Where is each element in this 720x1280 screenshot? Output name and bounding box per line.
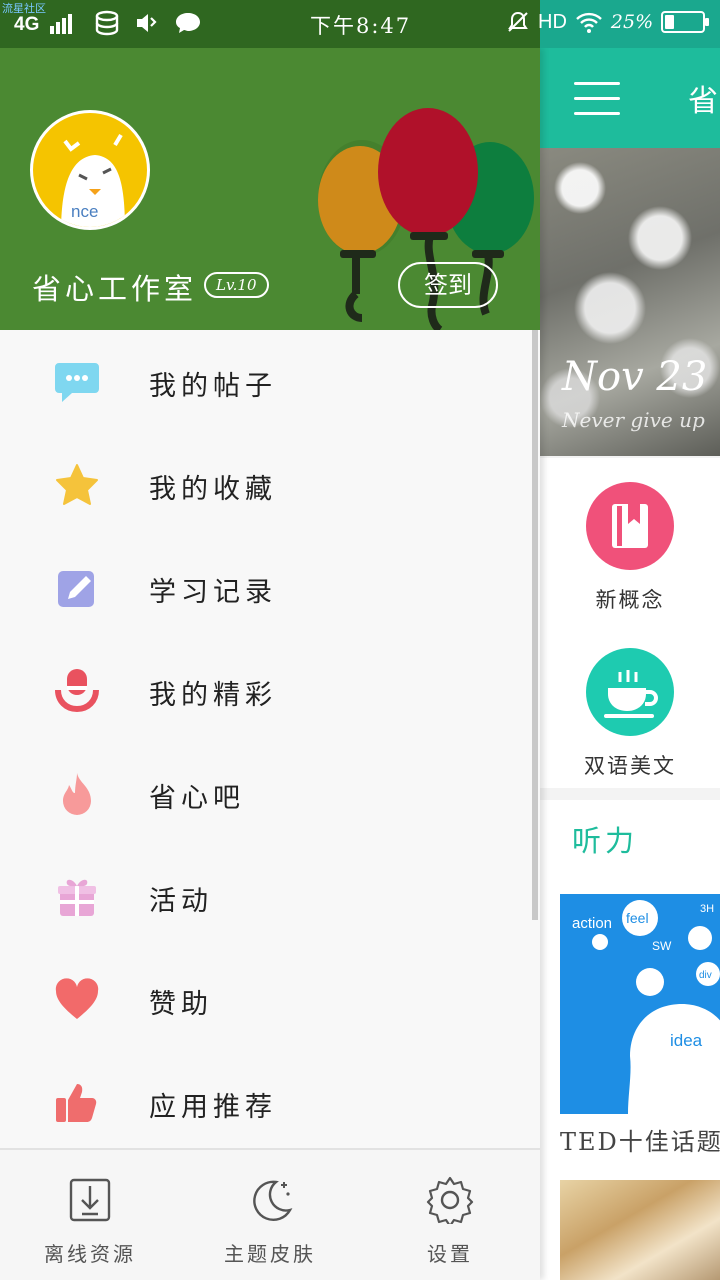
ted-word-feel: feel xyxy=(626,910,649,926)
thumbs-up-icon xyxy=(56,1084,97,1122)
menu-label: 我的收藏 xyxy=(149,474,277,505)
ted-word-idea: idea xyxy=(670,1031,703,1050)
username: 省心工作室 xyxy=(32,272,198,306)
menu-item-my-posts[interactable]: 我的帖子 xyxy=(0,330,540,433)
volume-icon xyxy=(137,14,157,32)
menu-item-forum[interactable]: 省心吧 xyxy=(0,742,540,845)
gift-icon xyxy=(58,879,96,916)
book-icon xyxy=(586,482,674,570)
menu-item-favorites[interactable]: 我的收藏 xyxy=(0,433,540,536)
menu-label: 活动 xyxy=(149,886,213,917)
offline-resources-button[interactable]: 离线资源 xyxy=(20,1176,160,1267)
category-bilingual-essay[interactable]: 双语美文 xyxy=(540,648,720,780)
category-new-concept[interactable]: 新概念 xyxy=(540,482,720,614)
ted-word-div: div xyxy=(699,970,712,981)
listening-section: 听力 action feel SW 3H div idea TED十佳话题 xyxy=(540,800,720,1280)
menu-icon[interactable] xyxy=(574,82,620,116)
hd-label: HD xyxy=(538,10,567,33)
ted-word-sw: SW xyxy=(652,939,672,953)
avatar-text: nce xyxy=(71,202,98,221)
battery-percent: 25% xyxy=(610,11,654,33)
category-label: 双语美文 xyxy=(584,754,676,778)
signin-button[interactable]: 签到 xyxy=(398,262,498,308)
menu-label: 学习记录 xyxy=(149,577,277,608)
menu-item-activities[interactable]: 活动 xyxy=(0,845,540,948)
menu-label: 我的帖子 xyxy=(149,371,277,402)
app-toolbar: 省 xyxy=(540,48,720,148)
moon-icon xyxy=(253,1180,293,1221)
coffee-cup-icon xyxy=(586,648,674,736)
gear-icon xyxy=(426,1176,474,1228)
section-title: 听力 xyxy=(572,824,639,858)
heart-icon xyxy=(55,978,99,1019)
article-photo[interactable] xyxy=(560,1180,720,1280)
message-icon xyxy=(176,13,200,33)
ted-word-action: action xyxy=(572,915,612,932)
edit-icon xyxy=(58,571,94,607)
microphone-icon xyxy=(55,669,99,713)
menu-label: 应用推荐 xyxy=(149,1092,277,1123)
menu-label: 省心吧 xyxy=(149,783,245,814)
battery-icon xyxy=(661,11,710,33)
avatar[interactable]: nce xyxy=(30,110,150,230)
signal-icon xyxy=(50,12,78,34)
app-title: 省 xyxy=(688,84,718,119)
clock: 下午8:47 xyxy=(310,14,412,38)
flame-icon xyxy=(63,773,91,815)
ted-word-3h: 3H xyxy=(700,903,714,915)
network-type: 4G xyxy=(14,14,40,35)
banner-date: Nov 23 xyxy=(562,354,708,400)
menu-item-study-record[interactable]: 学习记录 xyxy=(0,536,540,639)
level-badge: Lv.10 xyxy=(204,272,269,298)
status-bar: 流星社区 4G 下午8:47 HD 25% xyxy=(0,0,720,48)
mute-icon xyxy=(508,11,528,32)
drawer-bottom-bar: 离线资源 主题皮肤 设置 xyxy=(0,1148,540,1280)
star-icon xyxy=(56,464,98,505)
bottom-label: 离线资源 xyxy=(44,1242,136,1266)
wifi-icon xyxy=(576,12,602,33)
menu-label: 我的精彩 xyxy=(149,680,277,711)
navigation-drawer: nce 省心工作室 Lv.10 签到 我的帖子 我的收藏 学习记录 我的精彩 省… xyxy=(0,48,540,1280)
ted-caption: TED十佳话题 xyxy=(560,1128,720,1156)
ted-thumbnail[interactable]: action feel SW 3H div idea xyxy=(560,894,720,1114)
menu-item-highlights[interactable]: 我的精彩 xyxy=(0,639,540,742)
scrollbar[interactable] xyxy=(532,330,538,920)
settings-button[interactable]: 设置 xyxy=(380,1176,520,1267)
menu-item-sponsor[interactable]: 赞助 xyxy=(0,948,540,1051)
theme-skin-button[interactable]: 主题皮肤 xyxy=(200,1176,340,1267)
background-app: 省 Nov 23 Never give up 新概念 双语美文 听力 actio… xyxy=(540,48,720,1280)
download-icon xyxy=(69,1178,111,1222)
chat-bubble-icon xyxy=(55,363,99,402)
category-label: 新概念 xyxy=(595,588,665,612)
menu-item-app-recommend[interactable]: 应用推荐 xyxy=(0,1051,540,1154)
drawer-menu: 我的帖子 我的收藏 学习记录 我的精彩 省心吧 活动 赞助 应用推荐 xyxy=(0,330,540,1154)
category-list: 新概念 双语美文 xyxy=(540,458,720,788)
drawer-header: nce 省心工作室 Lv.10 签到 xyxy=(0,48,540,330)
bottom-label: 设置 xyxy=(427,1242,473,1266)
banner-motto: Never give up xyxy=(562,408,705,432)
bottom-label: 主题皮肤 xyxy=(224,1242,316,1266)
storage-icon xyxy=(95,10,119,36)
menu-label: 赞助 xyxy=(149,989,213,1020)
